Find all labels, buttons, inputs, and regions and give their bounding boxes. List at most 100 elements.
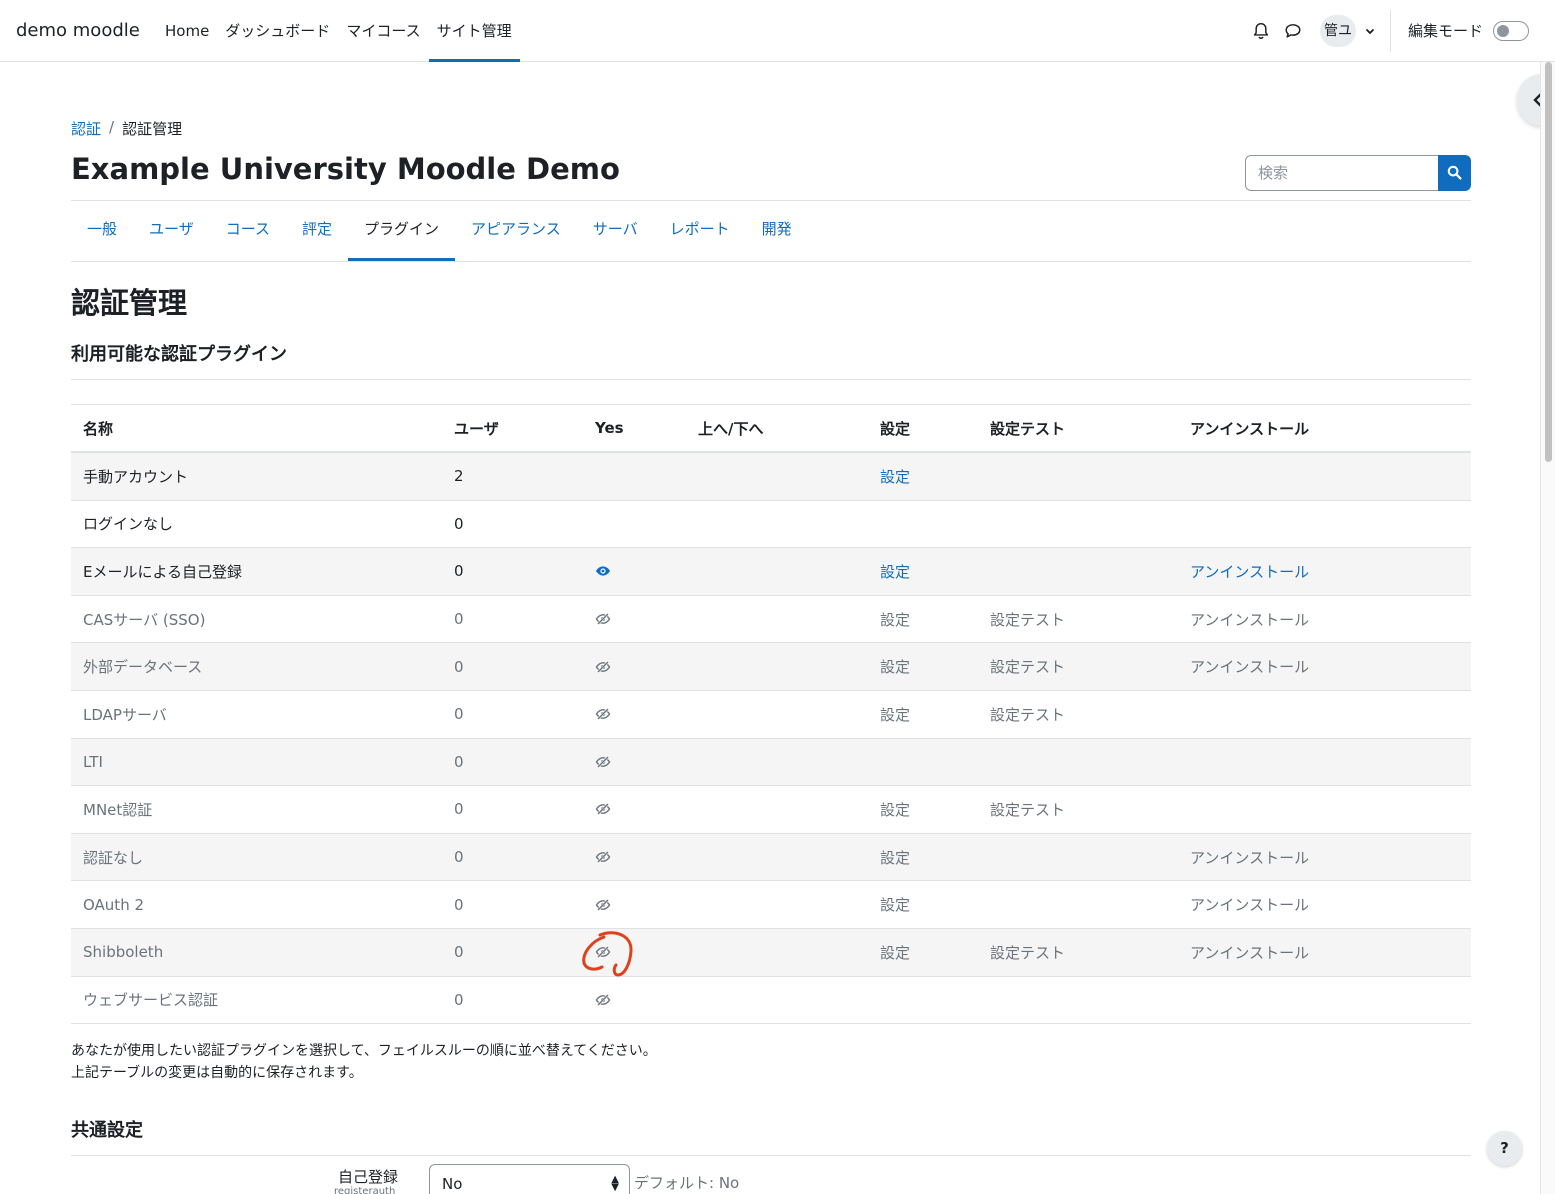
notification-bell-icon[interactable] xyxy=(1252,22,1270,40)
tab-general[interactable]: 一般 xyxy=(71,200,133,261)
registerauth-default: デフォルト: No xyxy=(634,1174,740,1192)
test-settings-link[interactable]: 設定テスト xyxy=(990,929,1065,976)
settings-link[interactable]: 設定 xyxy=(880,596,910,643)
tab-development[interactable]: 開発 xyxy=(746,200,808,261)
messages-icon[interactable] xyxy=(1284,22,1302,40)
user-menu[interactable]: 管ユ xyxy=(1320,15,1376,47)
plugin-name: LDAPサーバ xyxy=(83,705,167,724)
uninstall-link[interactable]: アンインストール xyxy=(1190,548,1309,595)
uninstall-link[interactable]: アンインストール xyxy=(1190,929,1309,976)
table-row: MNet認証 0 設定 設定テスト xyxy=(71,786,1471,834)
uninstall-link[interactable]: アンインストール xyxy=(1190,881,1309,928)
settings-link[interactable]: 設定 xyxy=(880,929,910,976)
divider xyxy=(71,1155,1471,1156)
settings-link[interactable]: 設定 xyxy=(880,548,910,595)
settings-link[interactable]: 設定 xyxy=(880,881,910,928)
plugin-name: LTI xyxy=(83,752,103,771)
help-text-line: あなたが使用したい認証プラグインを選択して、フェイルスルーの順に並べ替えてくださ… xyxy=(71,1043,657,1059)
test-settings-link[interactable]: 設定テスト xyxy=(990,691,1065,738)
uninstall-link[interactable]: アンインストール xyxy=(1190,834,1309,881)
table-row: LTI 0 xyxy=(71,738,1471,787)
plugin-name: Eメールによる自己登録 xyxy=(83,562,243,581)
plugin-user-count: 2 xyxy=(454,467,464,486)
plugin-name: ログインなし xyxy=(83,515,174,534)
table-row: CASサーバ (SSO) 0 設定 設定テスト アンインストール xyxy=(71,596,1471,644)
search-input[interactable] xyxy=(1245,155,1438,191)
header-users[interactable]: ユーザ xyxy=(454,405,499,451)
admin-search xyxy=(1245,155,1471,191)
site-brand[interactable]: demo moodle xyxy=(16,20,140,41)
plugin-user-count: 0 xyxy=(454,848,464,867)
settings-link[interactable]: 設定 xyxy=(880,453,910,500)
settings-link[interactable]: 設定 xyxy=(880,643,910,690)
uninstall-link[interactable]: アンインストール xyxy=(1190,643,1309,690)
table-row: 認証なし 0 設定 アンインストール xyxy=(71,833,1471,882)
avatar[interactable]: 管ユ xyxy=(1320,15,1356,47)
settings-link[interactable]: 設定 xyxy=(880,691,910,738)
breadcrumb: 認証 / 認証管理 xyxy=(71,118,182,139)
help-button[interactable]: ? xyxy=(1487,1131,1522,1166)
section-title: 利用可能な認証プラグイン xyxy=(71,344,287,365)
header-settings: 設定 xyxy=(880,419,911,438)
plugin-user-count: 0 xyxy=(454,895,464,914)
header-enable: Yes xyxy=(595,419,624,437)
tab-reports[interactable]: レポート xyxy=(654,200,746,261)
page-heading: Example University Moodle Demo xyxy=(71,152,620,186)
table-row: ログインなし 0 xyxy=(71,501,1471,549)
table-row: ウェブサービス認証 0 xyxy=(71,977,1471,1025)
page-title: 認証管理 xyxy=(71,286,188,320)
select-value: No xyxy=(442,1175,463,1193)
tab-appearance[interactable]: アピアランス xyxy=(455,200,577,261)
annotation-circle xyxy=(582,931,633,977)
edit-mode-switch[interactable]: 編集モード xyxy=(1408,20,1530,41)
enable-eye-slash-icon[interactable] xyxy=(595,643,611,690)
enable-eye-slash-icon[interactable] xyxy=(595,739,611,786)
page-scrollbar[interactable] xyxy=(1540,62,1555,1194)
table-row: Eメールによる自己登録 0 設定 アンインストール xyxy=(71,548,1471,596)
tab-grades[interactable]: 評定 xyxy=(286,200,348,261)
breadcrumb-link[interactable]: 認証 xyxy=(71,118,101,139)
enable-eye-slash-icon[interactable] xyxy=(595,881,611,928)
disable-eye-icon[interactable] xyxy=(595,548,611,595)
registerauth-sublabel: registerauth xyxy=(334,1186,396,1194)
tab-server[interactable]: サーバ xyxy=(577,200,654,261)
divider xyxy=(71,261,1471,262)
header-order: 上へ/下へ xyxy=(698,419,764,438)
breadcrumb-current: 認証管理 xyxy=(122,120,183,138)
nav-home[interactable]: Home xyxy=(157,0,217,62)
divider xyxy=(71,379,1471,380)
chevron-down-icon[interactable] xyxy=(1364,25,1376,37)
nav-my-courses[interactable]: マイコース xyxy=(338,0,428,62)
enable-eye-slash-icon[interactable] xyxy=(595,977,611,1024)
plugin-user-count: 0 xyxy=(454,990,464,1009)
settings-link[interactable]: 設定 xyxy=(880,786,910,833)
header-name[interactable]: 名称 xyxy=(83,405,113,451)
registerauth-select[interactable]: No ▲ ▼ xyxy=(429,1164,630,1194)
enable-eye-slash-icon[interactable] xyxy=(595,834,611,881)
nav-dashboard[interactable]: ダッシュボード xyxy=(217,0,338,62)
table-row: OAuth 2 0 設定 アンインストール xyxy=(71,881,1471,929)
test-settings-link[interactable]: 設定テスト xyxy=(990,786,1065,833)
test-settings-link[interactable]: 設定テスト xyxy=(990,643,1065,690)
tab-plugins[interactable]: プラグイン xyxy=(348,200,456,261)
tab-users[interactable]: ユーザ xyxy=(133,200,210,261)
plugin-user-count: 0 xyxy=(454,514,464,533)
navbar-divider xyxy=(1390,10,1391,52)
settings-link[interactable]: 設定 xyxy=(880,834,910,881)
tab-courses[interactable]: コース xyxy=(210,200,286,261)
table-row: Shibboleth 0 設定 設定テスト アンインストール xyxy=(71,928,1471,977)
uninstall-link[interactable]: アンインストール xyxy=(1190,596,1309,643)
scrollbar-thumb[interactable] xyxy=(1545,62,1552,462)
enable-eye-slash-icon[interactable] xyxy=(595,691,611,738)
edit-mode-toggle[interactable] xyxy=(1493,20,1530,41)
plugin-user-count: 0 xyxy=(454,562,464,581)
test-settings-link[interactable]: 設定テスト xyxy=(990,596,1065,643)
select-arrows-icon: ▲ ▼ xyxy=(611,1174,619,1193)
nav-site-admin[interactable]: サイト管理 xyxy=(428,0,520,62)
search-button[interactable] xyxy=(1438,155,1471,191)
plugin-name: ウェブサービス認証 xyxy=(83,991,219,1010)
registerauth-label: 自己登録 xyxy=(338,1168,399,1186)
table-row: 外部データベース 0 設定 設定テスト アンインストール xyxy=(71,643,1471,691)
enable-eye-slash-icon[interactable] xyxy=(595,786,611,833)
enable-eye-slash-icon[interactable] xyxy=(595,596,611,643)
